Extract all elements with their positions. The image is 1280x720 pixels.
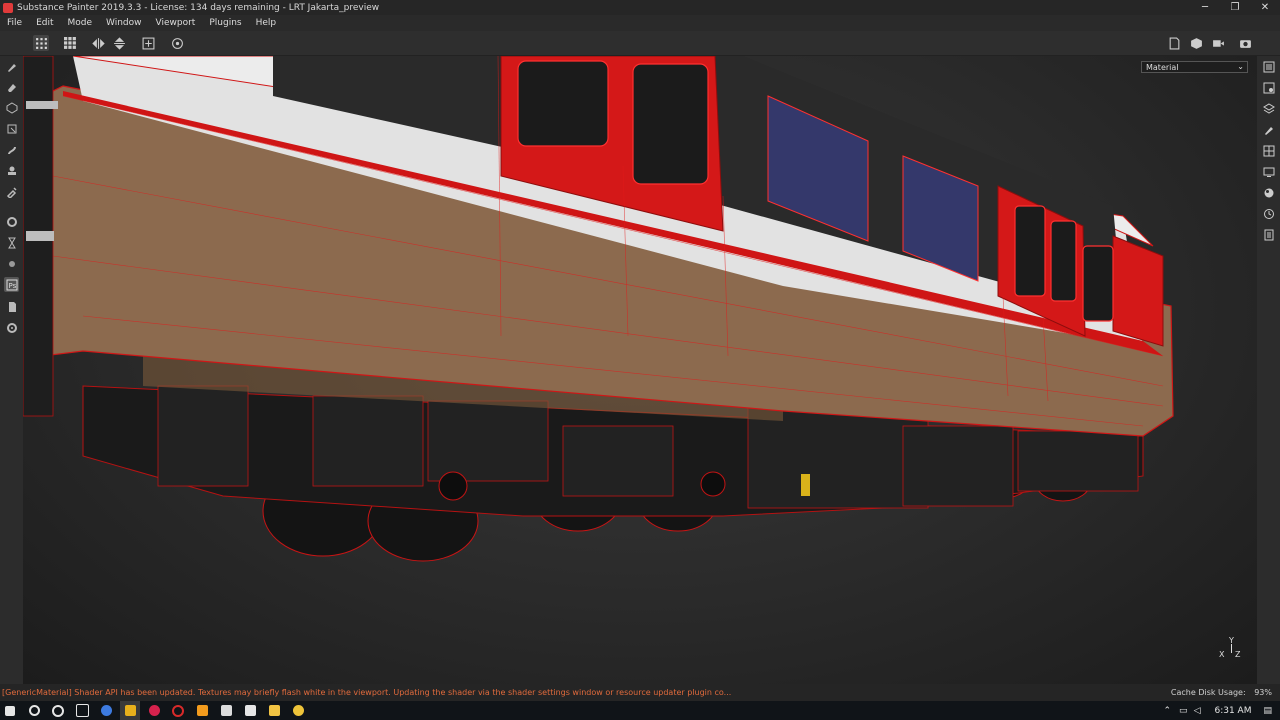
left-toolbar: Ps: [0, 56, 23, 684]
minimize-button[interactable]: ─: [1190, 0, 1220, 15]
layout-grid-icon[interactable]: [62, 35, 78, 51]
color-picker-icon[interactable]: [4, 184, 19, 199]
log-document-icon[interactable]: [1261, 227, 1276, 242]
terminal-icon[interactable]: [216, 701, 236, 720]
chevron-down-icon: ⌄: [1237, 62, 1244, 71]
maximize-button[interactable]: ❐: [1220, 0, 1250, 15]
reset-camera-icon[interactable]: [169, 35, 185, 51]
plugin-gear-icon[interactable]: [4, 320, 19, 335]
channel-select-value: Material: [1146, 62, 1179, 72]
photoshop-icon[interactable]: [144, 701, 164, 720]
grid-view-icon[interactable]: [33, 35, 49, 51]
axis-x-label: X: [1219, 650, 1225, 659]
menu-edit[interactable]: Edit: [29, 18, 60, 28]
cortana-icon[interactable]: [48, 701, 68, 720]
paint-brush-icon[interactable]: [4, 59, 19, 74]
3d-viewport[interactable]: Material ⌄ Y X Z: [23, 56, 1257, 684]
hourglass-icon[interactable]: [4, 235, 19, 250]
export-document-icon[interactable]: [1166, 35, 1182, 51]
title-bar: Substance Painter 2019.3.3 - License: 13…: [0, 0, 1280, 15]
eraser-icon[interactable]: [4, 80, 19, 95]
task-view-icon[interactable]: [72, 701, 92, 720]
smudge-icon[interactable]: [4, 142, 19, 157]
properties-brush-icon[interactable]: [1261, 122, 1276, 137]
clone-stamp-icon[interactable]: [4, 163, 19, 178]
network-icon[interactable]: ▭: [1179, 706, 1188, 716]
tray-chevron-up-icon[interactable]: ⌃: [1164, 706, 1172, 716]
svg-text:Ps: Ps: [8, 282, 16, 290]
menu-mode[interactable]: Mode: [61, 18, 100, 28]
train-model-render: [23, 56, 1174, 562]
add-frame-icon[interactable]: [140, 35, 156, 51]
menu-plugins[interactable]: Plugins: [202, 18, 248, 28]
menu-help[interactable]: Help: [249, 18, 284, 28]
settings-gear-icon[interactable]: [4, 214, 19, 229]
bake-settings-icon[interactable]: [4, 256, 19, 271]
symmetry-y-icon[interactable]: [111, 35, 127, 51]
cache-value: 93%: [1254, 688, 1272, 697]
status-message[interactable]: [GenericMaterial] Shader API has been up…: [2, 688, 1171, 697]
symmetry-x-icon[interactable]: [90, 35, 106, 51]
history-clock-icon[interactable]: [1261, 206, 1276, 221]
cache-label: Cache Disk Usage:: [1170, 688, 1246, 697]
screenshot-camera-icon[interactable]: [1237, 35, 1253, 51]
status-bar: [GenericMaterial] Shader API has been up…: [0, 684, 1280, 701]
channel-select-dropdown[interactable]: Material ⌄: [1141, 61, 1248, 73]
menu-file[interactable]: File: [0, 18, 29, 28]
cache-disk-usage: Cache Disk Usage: 93%: [1171, 688, 1272, 697]
window-title: Substance Painter 2019.3.3 - License: 13…: [17, 2, 380, 13]
system-tray: ⌃ ▭ ◁ 6:31 AM ▤: [1164, 701, 1280, 720]
close-button[interactable]: ✕: [1250, 0, 1280, 15]
top-toolbar: [0, 31, 1280, 56]
opera-icon[interactable]: [168, 701, 188, 720]
chrome-canary-icon[interactable]: [288, 701, 308, 720]
chrome-icon[interactable]: [96, 701, 116, 720]
substance-painter-logo-icon: [3, 2, 13, 13]
layers-icon[interactable]: [1261, 101, 1276, 116]
texture-set-list-icon[interactable]: [1261, 59, 1276, 74]
right-panel-bar: [1257, 56, 1280, 684]
display-settings-icon[interactable]: [1261, 164, 1276, 179]
projection-icon[interactable]: [4, 100, 19, 115]
shelf-grid-icon[interactable]: [1261, 143, 1276, 158]
axis-y-line: [1231, 644, 1232, 653]
notifications-icon[interactable]: ▤: [1263, 706, 1272, 716]
menu-bar: File Edit Mode Window Viewport Plugins H…: [0, 15, 1280, 31]
volume-icon[interactable]: ◁: [1194, 706, 1201, 716]
render-mode-cube-icon[interactable]: [1188, 35, 1204, 51]
windows-taskbar: ⌃ ▭ ◁ 6:31 AM ▤: [0, 701, 1280, 720]
photoshop-export-icon[interactable]: Ps: [4, 277, 19, 292]
search-icon[interactable]: [24, 701, 44, 720]
taskbar-clock[interactable]: 6:31 AM: [1214, 706, 1251, 716]
camera-video-icon[interactable]: [1210, 35, 1226, 51]
menu-window[interactable]: Window: [99, 18, 149, 28]
axis-gizmo: Y X Z: [1219, 636, 1243, 662]
texture-set-settings-icon[interactable]: [1261, 80, 1276, 95]
vlc-icon[interactable]: [192, 701, 212, 720]
polygon-fill-icon[interactable]: [4, 121, 19, 136]
menu-viewport[interactable]: Viewport: [149, 18, 203, 28]
document-icon[interactable]: [4, 299, 19, 314]
substance-painter-icon[interactable]: [120, 701, 140, 720]
shader-settings-sphere-icon[interactable]: [1261, 185, 1276, 200]
app-p-icon[interactable]: [240, 701, 260, 720]
axis-z-label: Z: [1235, 650, 1241, 659]
start-icon[interactable]: [0, 701, 20, 720]
file-explorer-icon[interactable]: [264, 701, 284, 720]
